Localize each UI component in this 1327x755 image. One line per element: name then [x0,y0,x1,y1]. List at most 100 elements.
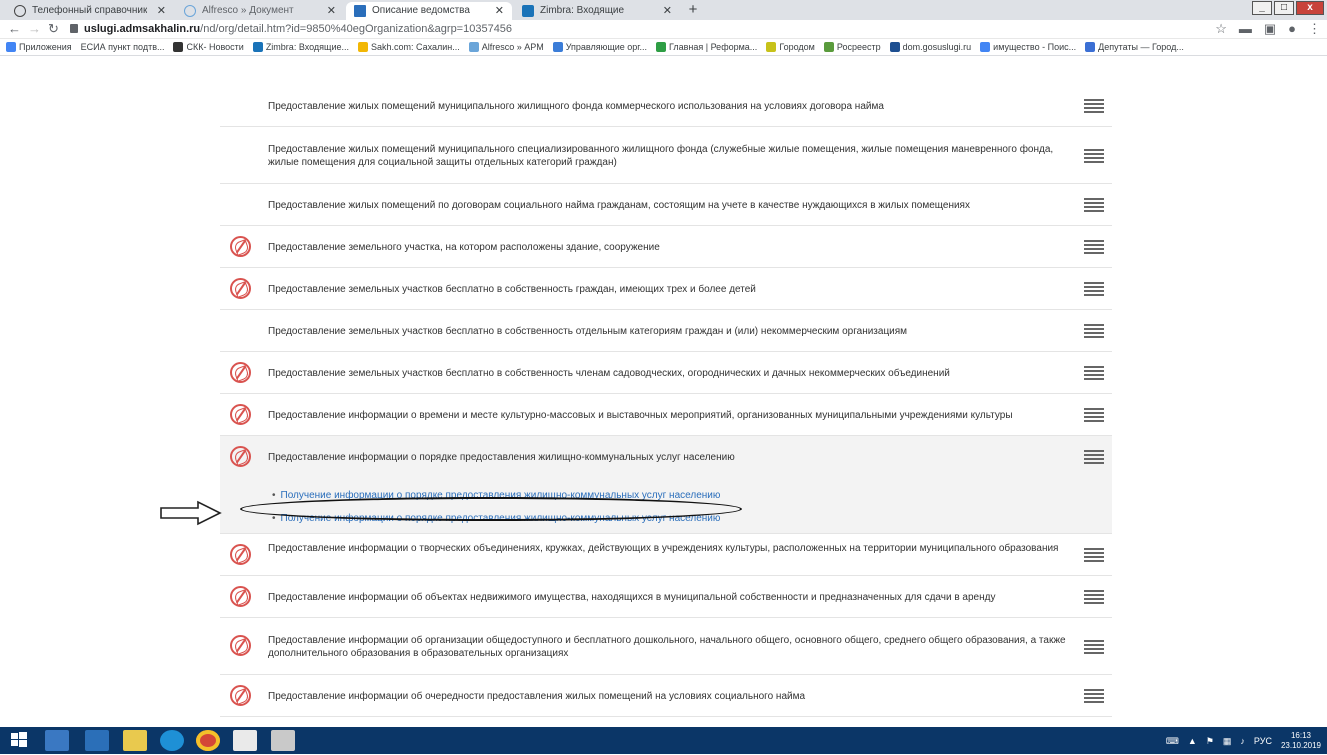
start-button[interactable] [9,730,33,751]
list-menu-icon[interactable] [1084,450,1104,464]
flag-icon[interactable]: ⚑ [1206,736,1214,747]
close-window-button[interactable]: x [1296,1,1324,15]
service-title[interactable]: Предоставление жилых помещений по догово… [268,199,1068,212]
list-menu-icon[interactable] [1084,590,1104,604]
service-row[interactable]: Предоставление информации о порядке пред… [220,436,1112,534]
bookmark-item[interactable]: dom.gosuslugi.ru [889,42,972,52]
bookmark-item[interactable]: Приложения [6,42,72,52]
forward-arrow-icon[interactable]: → [28,21,41,37]
list-menu-icon[interactable] [1084,282,1104,296]
star-icon[interactable]: ☆ [1215,21,1227,37]
more-menu-icon[interactable]: ⋮ [1308,21,1321,37]
list-menu-icon[interactable] [1084,548,1104,562]
list-menu-icon[interactable] [1084,366,1104,380]
network-app-icon[interactable] [45,730,69,751]
bookmark-item[interactable]: Депутаты — Город... [1085,42,1184,52]
list-menu-icon[interactable] [1084,639,1104,654]
service-title[interactable]: Предоставление земельных участков беспла… [268,283,1068,296]
language-indicator[interactable]: РУС [1254,736,1272,746]
clock[interactable]: 16:13 23.10.2019 [1281,731,1321,751]
bookmark-item[interactable]: имущество - Поис... [980,42,1076,52]
volume-icon[interactable]: ♪ [1240,736,1245,746]
service-row[interactable]: Предоставление информации о времени и ме… [220,394,1112,436]
toolbar-actions: ☆ ▬ ▣ ● ⋮ [1215,21,1321,37]
keyboard-icon[interactable]: ⌨ [1166,736,1179,747]
service-row[interactable]: Предоставление жилых помещений муниципал… [220,127,1112,184]
service-title[interactable]: Предоставление информации об очередности… [268,690,1068,703]
service-title[interactable]: Предоставление информации о творческих о… [268,542,1068,555]
back-arrow-icon[interactable]: ← [8,21,21,37]
address-bar[interactable]: uslugi.admsakhalin.ru/nd/org/detail.htm?… [70,21,1200,38]
new-tab-button[interactable]: + [684,2,702,18]
network-icon[interactable]: ▦ [1223,736,1232,747]
profile-icon[interactable]: ● [1288,21,1296,37]
list-menu-icon[interactable] [1084,99,1104,113]
minimize-button[interactable]: _ [1252,1,1272,15]
close-icon[interactable]: ✕ [495,2,504,20]
list-menu-icon[interactable] [1084,324,1104,338]
browser-toolbar: ← → ↻ uslugi.admsakhalin.ru/nd/org/detai… [0,20,1327,39]
close-icon[interactable]: ✕ [327,2,336,20]
maximize-button[interactable]: □ [1274,1,1294,15]
bookmark-label: Приложения [19,42,72,52]
tab-agency-description[interactable]: Описание ведомства ✕ [346,2,512,20]
bookmark-label: Главная | Реформа... [668,42,758,52]
tab-strip: Телефонный справочник ✕ Alfresco » Докум… [0,0,1327,20]
service-row[interactable]: Предоставление земельных участков беспла… [220,352,1112,394]
list-menu-icon[interactable] [1084,148,1104,163]
tab-zimbra[interactable]: Zimbra: Входящие ✕ [514,2,680,20]
service-row[interactable]: Предоставление информации об объектах не… [220,576,1112,618]
show-hidden-icons-icon[interactable]: ▲ [1188,736,1197,746]
paint-app-icon[interactable] [271,730,295,751]
bookmark-favicon-icon [823,42,834,52]
bookmark-item[interactable]: Sakh.com: Сахалин... [358,42,460,52]
list-menu-icon[interactable] [1084,240,1104,254]
internet-explorer-icon[interactable] [160,730,184,751]
service-title[interactable]: Предоставление жилых помещений муниципал… [268,143,1068,169]
bookmark-item[interactable]: Управляющие орг... [552,42,647,52]
annotation-ellipse [240,497,742,521]
service-title[interactable]: Предоставление земельного участка, на ко… [268,241,1068,254]
bookmark-item[interactable]: Zimbra: Входящие... [252,42,349,52]
close-icon[interactable]: ✕ [663,2,672,20]
service-row[interactable]: Предоставление жилых помещений муниципал… [220,85,1112,127]
tab-phonebook[interactable]: Телефонный справочник ✕ [6,2,174,20]
service-row[interactable]: Предоставление информации об организации… [220,618,1112,675]
file-explorer-icon[interactable] [123,730,147,751]
extension-icon[interactable]: ▬ [1239,21,1252,37]
tab-alfresco[interactable]: Alfresco » Документ ✕ [176,2,344,20]
lock-icon [70,23,78,33]
service-title[interactable]: Предоставление информации об организации… [268,634,1068,660]
service-row[interactable]: Предоставление земельного участка, на ко… [220,226,1112,268]
chrome-icon[interactable] [196,730,220,751]
mail-extension-icon[interactable]: ▣ [1264,21,1276,37]
bookmark-item[interactable]: СКК- Новости [173,42,244,52]
tab-label: Alfresco » Документ [202,5,294,16]
service-title[interactable]: Предоставление информации об объектах не… [268,591,1068,604]
list-menu-icon[interactable] [1084,689,1104,703]
bookmark-item[interactable]: Росреестр [823,42,881,52]
service-row[interactable]: Предоставление информации об очередности… [220,675,1112,717]
service-row[interactable]: Предоставление земельных участков беспла… [220,310,1112,352]
bookmark-item[interactable]: ЕСИА пункт подтв... [81,42,165,52]
list-menu-icon[interactable] [1084,408,1104,422]
bookmark-label: dom.gosuslugi.ru [902,42,972,52]
bookmark-item[interactable]: Alfresco » АРМ [468,42,544,52]
list-menu-icon[interactable] [1084,198,1104,212]
service-title[interactable]: Предоставление информации о времени и ме… [268,409,1068,422]
service-row[interactable]: Предоставление земельных участков беспла… [220,268,1112,310]
zimbra-taskbar-icon[interactable] [85,730,109,751]
service-title[interactable]: Предоставление информации о порядке пред… [268,451,1068,464]
bookmark-item[interactable]: Городом [766,42,815,52]
service-row[interactable]: Предоставление жилых помещений по догово… [220,184,1112,226]
document-app-icon[interactable] [233,730,257,751]
reload-icon[interactable]: ↻ [48,21,59,37]
compass-icon [14,5,26,17]
service-row[interactable]: Предоставление информации о творческих о… [220,534,1112,576]
bookmark-item[interactable]: Главная | Реформа... [655,42,758,52]
service-title[interactable]: Предоставление жилых помещений муниципал… [268,100,1068,113]
service-title[interactable]: Предоставление земельных участков беспла… [268,367,1068,380]
bookmark-favicon-icon [766,42,777,52]
close-icon[interactable]: ✕ [157,2,166,20]
service-title[interactable]: Предоставление земельных участков беспла… [268,325,1068,338]
